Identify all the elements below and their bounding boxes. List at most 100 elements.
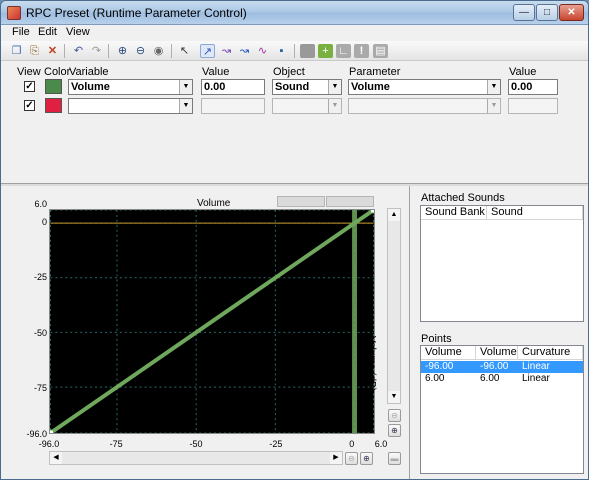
vertical-zoom-in-icon[interactable]: ⊕ (388, 424, 401, 437)
horizontal-zoom-out-icon[interactable]: ⊖ (345, 452, 358, 465)
column-header-sound[interactable]: Sound (487, 206, 583, 220)
stop-icon[interactable] (300, 44, 315, 58)
x-tick-label: 0 (349, 439, 355, 449)
side-panel: Attached Sounds Sound Bank Sound Points … (411, 186, 588, 479)
properties-icon[interactable]: ▤ (373, 44, 388, 58)
toolbar: ❐ ⎘ ✕ ↶ ↷ ⊕ ⊖ ◉ ↖ ↗ ↝ ↝ ∿ ▪ + ∟ ! ▤ (1, 41, 588, 61)
point-y: 6.00 (480, 373, 500, 384)
undo-icon[interactable]: ↶ (71, 44, 86, 58)
paste-icon[interactable]: ⎘ (27, 44, 42, 58)
zoom-fit-icon[interactable]: ◉ (151, 44, 166, 58)
curve-shape-icon[interactable]: ∟ (336, 44, 351, 58)
column-header-param-value: Value (509, 66, 537, 78)
copy-icon[interactable]: ❐ (9, 44, 24, 58)
table-row[interactable]: -96.00 -96.00 Linear (421, 361, 583, 373)
rpc-preset-window: RPC Preset (Runtime Parameter Control) —… (0, 0, 589, 480)
warning-icon[interactable]: ! (354, 44, 369, 58)
row-1-parameter-select[interactable]: Volume ▼ (348, 79, 501, 95)
graph-tab[interactable] (277, 196, 325, 207)
curve-exp-icon[interactable]: ↝ (237, 44, 252, 58)
attached-sounds-list[interactable]: Sound Bank Sound (420, 205, 584, 322)
maximize-button[interactable]: □ (536, 4, 558, 21)
rpc-curve-plot[interactable] (49, 209, 375, 434)
chevron-down-icon[interactable]: ▼ (487, 99, 500, 113)
y-tick-label: -50 (33, 327, 47, 338)
title-bar[interactable]: RPC Preset (Runtime Parameter Control) —… (1, 1, 588, 25)
column-header-volume-x[interactable]: Volume (421, 346, 476, 360)
point-y: -96.00 (480, 361, 509, 372)
column-header-view: View (17, 66, 41, 78)
row-2-parameter-select[interactable]: ▼ (348, 98, 501, 114)
row-1-variable-value: Volume (71, 81, 110, 93)
y-tick-label: -25 (33, 272, 47, 283)
curve-sine-icon[interactable]: ∿ (255, 44, 270, 58)
x-tick-label: -75 (109, 439, 123, 449)
row-2-param-value-field[interactable] (508, 98, 558, 114)
horizontal-scrollbar[interactable]: ◀ ▶ (49, 451, 343, 465)
x-tick-label: 6.0 (374, 439, 388, 449)
menu-edit[interactable]: Edit (38, 26, 57, 38)
menu-bar: File Edit View (1, 25, 588, 41)
row-1-view-checkbox[interactable]: ✓ (24, 81, 35, 92)
graph-title: Volume (197, 198, 231, 209)
close-button[interactable]: ✕ (559, 4, 584, 21)
menu-view[interactable]: View (66, 26, 90, 38)
scroll-right-icon[interactable]: ▶ (330, 452, 342, 464)
column-header-object: Object (273, 66, 305, 78)
column-header-volume-y[interactable]: Volume (476, 346, 518, 360)
row-1-variable-select[interactable]: Volume ▼ (68, 79, 193, 95)
column-header-sound-bank[interactable]: Sound Bank (421, 206, 487, 220)
row-2-value-field[interactable] (201, 98, 265, 114)
menu-file[interactable]: File (12, 26, 30, 38)
row-1-object-select[interactable]: Sound ▼ (272, 79, 342, 95)
curve-step-icon[interactable]: ▪ (274, 44, 289, 58)
points-list[interactable]: Volume Volume Curvature -96.00 -96.00 Li… (420, 345, 584, 474)
parameter-table: View Color Variable Value Object Paramet… (1, 62, 588, 183)
row-2-object-select[interactable]: ▼ (272, 98, 342, 114)
row-2-variable-select[interactable]: ▼ (68, 98, 193, 114)
row-1-object-value: Sound (275, 81, 310, 93)
point-x: -96.00 (425, 361, 454, 372)
column-header-color: Color (44, 66, 71, 78)
graph-panel: Volume 6.0 0 -25 -50 -75 -96.0 -96.0 -75 -50 -25… (1, 186, 410, 479)
row-2-view-checkbox[interactable]: ✓ (24, 100, 35, 111)
add-sound-icon[interactable]: + (318, 44, 333, 58)
y-tick-label: -75 (33, 382, 47, 393)
redo-icon[interactable]: ↷ (89, 44, 104, 58)
minimize-button[interactable]: — (513, 4, 535, 21)
reset-zoom-icon[interactable]: ▬ (388, 452, 401, 465)
scroll-up-icon[interactable]: ▲ (388, 209, 400, 221)
data-point (370, 210, 374, 214)
chevron-down-icon[interactable]: ▼ (328, 99, 341, 113)
zoom-out-icon[interactable]: ⊖ (133, 44, 148, 58)
column-header-curvature[interactable]: Curvature (518, 346, 583, 360)
graph-tab[interactable] (326, 196, 374, 207)
toolbar-separator (108, 44, 109, 58)
horizontal-zoom-in-icon[interactable]: ⊕ (360, 452, 373, 465)
x-tick-label: -50 (189, 439, 203, 449)
chevron-down-icon[interactable]: ▼ (328, 80, 341, 94)
y-tick-label: 0 (41, 217, 47, 228)
curve-log-icon[interactable]: ↝ (219, 44, 234, 58)
vertical-scrollbar[interactable]: ▲ ▼ (387, 208, 401, 404)
app-icon (7, 6, 21, 20)
scroll-down-icon[interactable]: ▼ (388, 391, 400, 403)
delete-icon[interactable]: ✕ (45, 44, 60, 58)
zoom-in-icon[interactable]: ⊕ (115, 44, 130, 58)
row-1-color-swatch[interactable] (45, 79, 62, 94)
table-row[interactable]: 6.00 6.00 Linear (421, 373, 583, 385)
vertical-zoom-out-icon[interactable]: ⊖ (388, 409, 401, 422)
pointer-tool-icon[interactable]: ↖ (177, 44, 192, 58)
toolbar-separator (171, 44, 172, 58)
row-1-value-field[interactable]: 0.00 (201, 79, 265, 95)
point-x: 6.00 (425, 373, 445, 384)
series-line (50, 210, 374, 433)
curve-linear-icon[interactable]: ↗ (200, 44, 215, 58)
chevron-down-icon[interactable]: ▼ (487, 80, 500, 94)
row-1-param-value-field[interactable]: 0.00 (508, 79, 558, 95)
scroll-left-icon[interactable]: ◀ (50, 452, 62, 464)
row-2-color-swatch[interactable] (45, 98, 62, 113)
chevron-down-icon[interactable]: ▼ (179, 80, 192, 94)
chevron-down-icon[interactable]: ▼ (179, 99, 192, 113)
points-title: Points (421, 333, 452, 345)
